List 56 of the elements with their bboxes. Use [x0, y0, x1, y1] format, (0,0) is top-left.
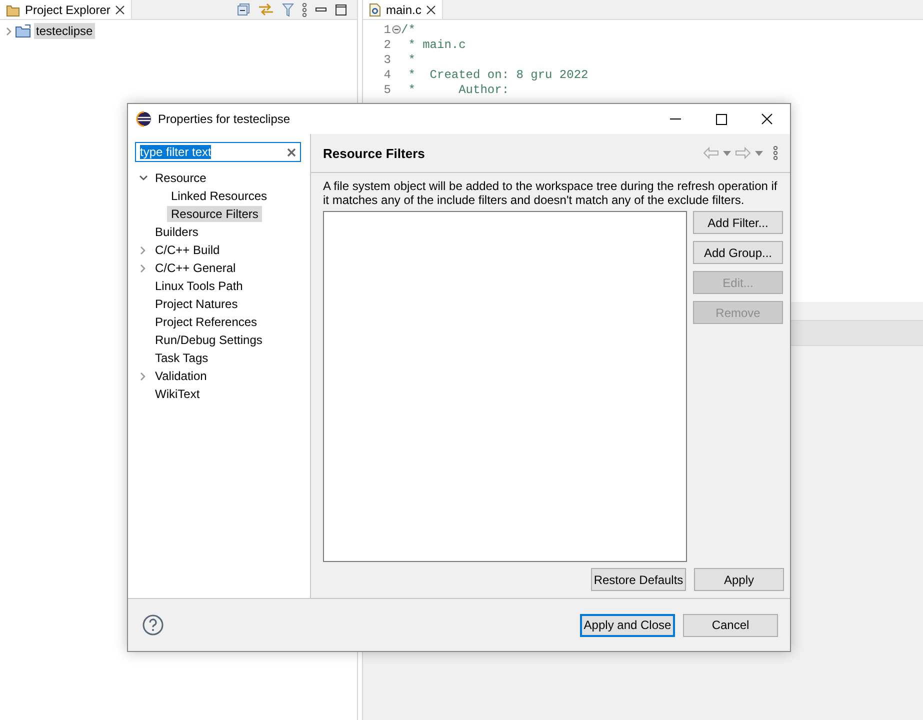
tree-item[interactable]: Builders: [151, 224, 202, 240]
tree-item[interactable]: C/C++ Build: [151, 242, 224, 258]
line-number: 3: [382, 52, 391, 66]
tree-item[interactable]: Linked Resources: [167, 188, 272, 204]
code-line: /*: [401, 22, 416, 36]
help-icon[interactable]: [142, 614, 164, 636]
dropdown-icon[interactable]: [755, 150, 763, 156]
c-file-icon: [369, 2, 381, 16]
line-number: 5: [382, 82, 391, 96]
page-button[interactable]: Apply: [694, 568, 784, 591]
project-tree-item[interactable]: testeclipse: [34, 23, 95, 39]
page-title: Resource Filters: [323, 146, 425, 160]
line-number: 2: [382, 38, 391, 52]
code-line: * main.c: [407, 38, 466, 52]
tree-item[interactable]: Resource Filters: [167, 206, 262, 222]
more-options-icon[interactable]: [773, 146, 778, 160]
tree-item[interactable]: WikiText: [151, 386, 204, 402]
side-button[interactable]: Add Filter...: [693, 211, 783, 234]
tree-item[interactable]: Resource: [151, 170, 210, 186]
tree-item[interactable]: Run/Debug Settings: [151, 332, 266, 348]
close-icon[interactable]: [426, 4, 436, 14]
folder-icon: [6, 2, 20, 16]
more-options-icon[interactable]: [302, 2, 307, 16]
minimize-icon[interactable]: [670, 118, 680, 120]
collapse-all-icon[interactable]: [237, 3, 250, 16]
close-icon[interactable]: [761, 113, 773, 125]
side-button[interactable]: Add Group...: [693, 241, 783, 264]
tree-item[interactable]: Linux Tools Path: [151, 278, 247, 294]
page-button[interactable]: Restore Defaults: [591, 568, 686, 591]
tree-item[interactable]: Project Natures: [151, 296, 242, 312]
collapsed-chevron-icon[interactable]: [6, 26, 12, 36]
code-line: * Created on: 8 gru 2022: [407, 68, 588, 82]
fold-icon[interactable]: [392, 25, 400, 34]
clear-icon[interactable]: [287, 148, 296, 156]
line-number: 1: [382, 22, 391, 36]
tree-item[interactable]: Validation: [151, 368, 211, 384]
tree-item[interactable]: C/C++ General: [151, 260, 240, 276]
filter-field[interactable]: type filter text: [135, 142, 301, 162]
description-text: A file system object will be added to the workspace tree during the refresh operation if it matches any of the include filters and doesn't match any of the exclude filters.: [323, 179, 778, 207]
tree-item[interactable]: Task Tags: [151, 350, 212, 366]
expanded-chevron-icon[interactable]: [138, 175, 148, 181]
maximize-icon[interactable]: [335, 4, 347, 16]
dialog-button[interactable]: Cancel: [683, 614, 778, 636]
project-folder-icon: [15, 24, 31, 38]
collapsed-chevron-icon[interactable]: [140, 372, 146, 380]
eclipse-icon: [136, 111, 152, 127]
code-line: * Author:: [407, 82, 510, 96]
code-line: *: [407, 52, 416, 66]
dialog-button[interactable]: Apply and Close: [580, 614, 675, 636]
close-icon[interactable]: [115, 4, 126, 14]
tree-item[interactable]: Project References: [151, 314, 262, 330]
line-number: 4: [382, 68, 391, 82]
filter-icon[interactable]: [282, 2, 294, 16]
dropdown-icon[interactable]: [723, 150, 731, 156]
maximize-icon[interactable]: [716, 114, 726, 124]
dialog-title: Properties for testeclipse: [158, 112, 290, 126]
